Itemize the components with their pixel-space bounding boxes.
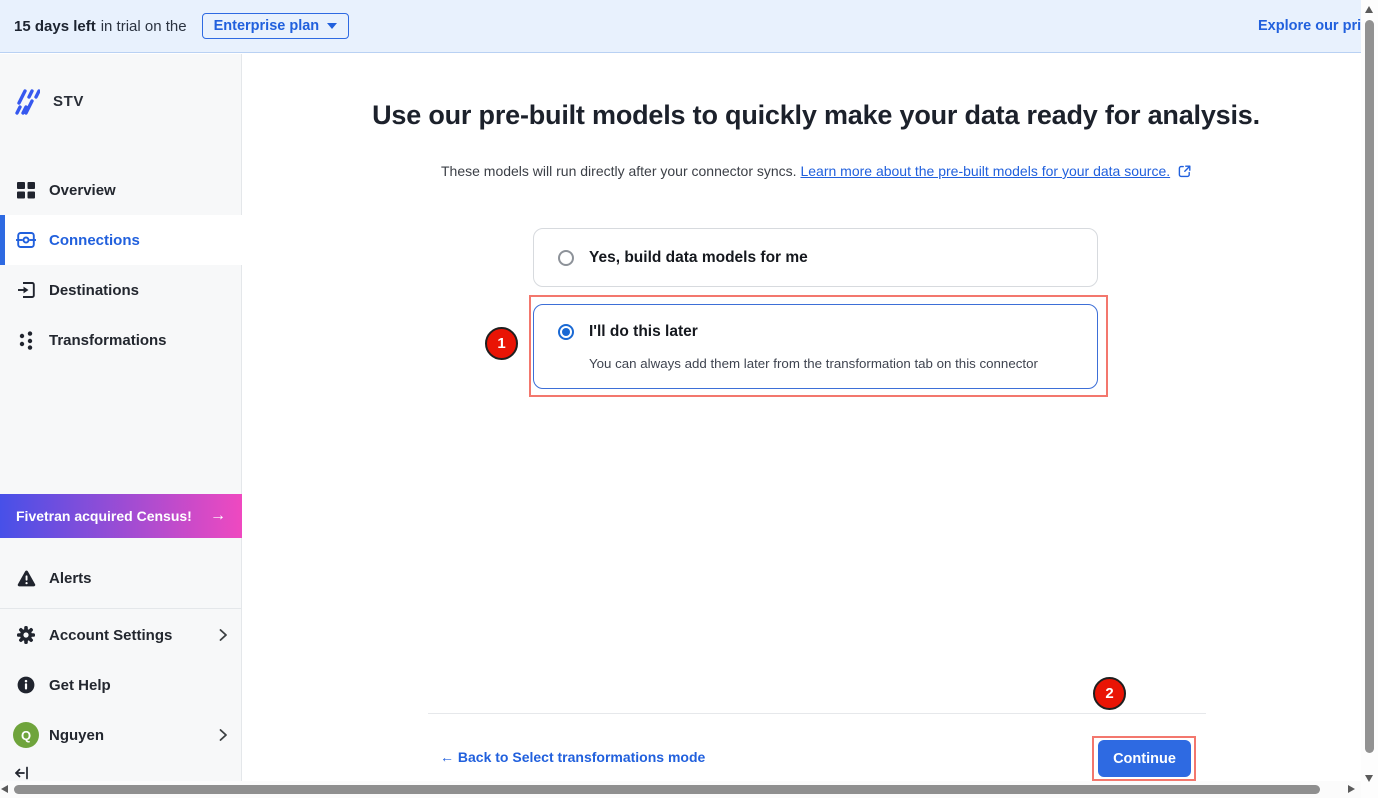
scroll-right-arrow-icon[interactable] xyxy=(1348,785,1355,793)
sidebar-item-label: Transformations xyxy=(49,332,167,349)
info-icon xyxy=(16,676,36,694)
sidebar-item-label: Alerts xyxy=(49,570,92,587)
scroll-down-arrow-icon[interactable] xyxy=(1365,775,1373,782)
sidebar-item-label: Overview xyxy=(49,182,116,199)
horizontal-scrollbar-thumb[interactable] xyxy=(14,785,1320,794)
account-name: STV xyxy=(53,93,84,110)
grid-icon xyxy=(16,181,36,199)
trial-text: 15 days left in trial on the Enterprise … xyxy=(14,0,349,52)
chevron-down-icon xyxy=(327,23,337,29)
sidebar-item-destinations[interactable]: Destinations xyxy=(0,265,242,315)
vertical-scrollbar[interactable] xyxy=(1361,0,1378,798)
back-link[interactable]: ← Back to Select transformations mode xyxy=(440,749,705,765)
trial-rest-text: in trial on the xyxy=(101,18,187,35)
banner-label: Fivetran acquired Census! xyxy=(16,508,192,524)
logo[interactable]: STV xyxy=(14,87,84,115)
destinations-icon xyxy=(16,282,36,298)
scroll-left-arrow-icon[interactable] xyxy=(1,785,8,793)
gear-icon xyxy=(16,626,36,644)
chevron-right-icon xyxy=(219,629,228,642)
option-build-models[interactable]: Yes, build data models for me xyxy=(533,228,1098,287)
enterprise-plan-dropdown[interactable]: Enterprise plan xyxy=(202,13,350,39)
sidebar-item-label: Get Help xyxy=(49,677,111,694)
sidebar-divider xyxy=(0,608,242,609)
option-do-later[interactable]: I'll do this later You can always add th… xyxy=(533,304,1098,389)
main-content: Use our pre-built models to quickly make… xyxy=(243,54,1361,798)
connections-icon xyxy=(16,232,36,248)
census-announcement-banner[interactable]: Fivetran acquired Census! → xyxy=(0,494,242,538)
horizontal-scrollbar[interactable] xyxy=(0,781,1361,798)
app-window: 15 days left in trial on the Enterprise … xyxy=(0,0,1378,798)
option-label: Yes, build data models for me xyxy=(589,249,808,267)
page-subtitle: These models will run directly after you… xyxy=(283,163,1349,181)
option-description: You can always add them later from the t… xyxy=(589,356,1038,371)
subtitle-text: These models will run directly after you… xyxy=(441,163,797,179)
learn-more-link[interactable]: Learn more about the pre-built models fo… xyxy=(800,163,1170,179)
sidebar-item-label: Destinations xyxy=(49,282,139,299)
plan-label: Enterprise plan xyxy=(214,18,320,34)
sidebar: STV Overview Connections xyxy=(0,54,242,798)
fivetran-logo-icon xyxy=(14,87,40,115)
transformations-icon xyxy=(16,331,36,350)
sidebar-item-connections[interactable]: Connections xyxy=(0,215,242,265)
radio-do-later[interactable] xyxy=(558,324,574,340)
external-link-icon xyxy=(1178,165,1191,181)
footer-divider xyxy=(428,713,1206,714)
sidebar-item-transformations[interactable]: Transformations xyxy=(0,315,242,365)
sidebar-item-alerts[interactable]: Alerts xyxy=(0,556,242,600)
arrow-right-icon: → xyxy=(210,507,226,525)
user-name: Nguyen xyxy=(49,727,104,744)
page-title: Use our pre-built models to quickly make… xyxy=(283,100,1349,131)
option-label: I'll do this later xyxy=(589,323,698,341)
avatar: Q xyxy=(13,722,39,748)
scroll-up-arrow-icon[interactable] xyxy=(1365,6,1373,13)
trial-banner: 15 days left in trial on the Enterprise … xyxy=(0,0,1378,53)
warning-icon xyxy=(16,570,36,587)
collapse-sidebar-icon xyxy=(14,766,30,780)
sidebar-item-label: Connections xyxy=(49,232,140,249)
radio-build-models[interactable] xyxy=(558,250,574,266)
vertical-scrollbar-thumb[interactable] xyxy=(1365,20,1374,753)
annotation-step-1: 1 xyxy=(485,327,518,360)
continue-button[interactable]: Continue xyxy=(1098,740,1191,777)
sidebar-item-user-menu[interactable]: Q Nguyen xyxy=(0,713,242,757)
chevron-right-icon xyxy=(219,729,228,742)
sidebar-item-account-settings[interactable]: Account Settings xyxy=(0,613,242,657)
sidebar-item-overview[interactable]: Overview xyxy=(0,165,242,215)
sidebar-item-label: Account Settings xyxy=(49,627,172,644)
annotation-step-2: 2 xyxy=(1093,677,1126,710)
trial-days-left: 15 days left xyxy=(14,18,96,35)
explore-pricing-link[interactable]: Explore our pricing xyxy=(1258,0,1378,52)
sidebar-item-get-help[interactable]: Get Help xyxy=(0,663,242,707)
